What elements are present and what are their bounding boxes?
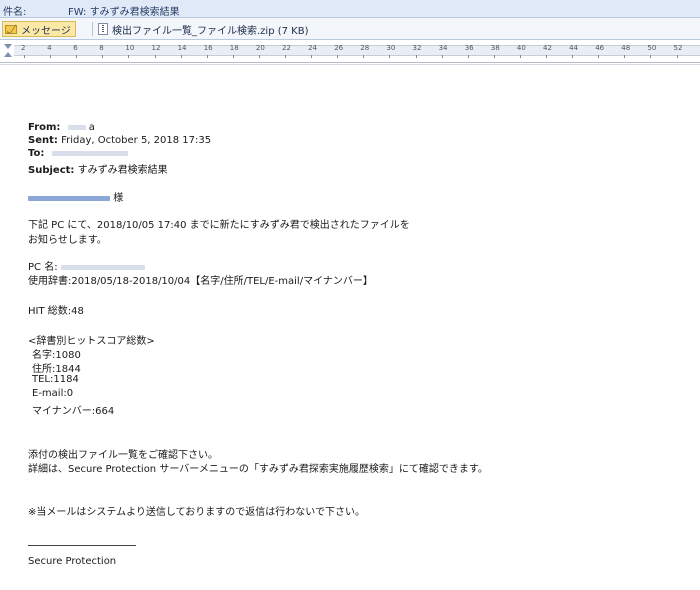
body-line-2: お知らせします。 [28, 235, 107, 246]
score-address: 住所:1844 [32, 364, 81, 375]
from-key: From: [28, 122, 61, 133]
ruler-tick-mark [128, 55, 130, 58]
ruler-tick-mark [232, 55, 234, 58]
envelope-icon [5, 24, 17, 34]
ruler-tick-label: 16 [203, 44, 213, 52]
score-mynumber: マイナンバー:664 [32, 406, 115, 417]
ruler-tick-label: 30 [386, 44, 396, 52]
dictionary-line: 使用辞書:2018/05/18-2018/10/04【名字/住所/TEL/E-m… [28, 276, 373, 287]
ruler-tick-mark [389, 55, 391, 58]
ruler-tick-label: 40 [516, 44, 526, 52]
body-line-1: 下記 PC にて、2018/10/05 17:40 までに新たにすみずみ君で検出… [28, 220, 410, 231]
ruler-tick-mark [519, 55, 521, 58]
redacted-block [60, 264, 145, 270]
indent-marker-icon[interactable] [4, 44, 12, 58]
ruler-tick-label: 2 [21, 44, 26, 52]
to-key: To: [28, 148, 45, 159]
ruler-tick-mark [546, 55, 547, 58]
subject-line: Subject: すみずみ君検索結果 [28, 161, 168, 176]
to-line: To: [28, 148, 128, 159]
redacted-block [67, 124, 86, 130]
sent-key: Sent: [28, 135, 58, 146]
ruler-tick-mark [180, 55, 182, 58]
ruler-tick-label: 44 [569, 44, 579, 52]
ruler-tick-label: 4 [47, 44, 52, 52]
ruler-tick-label: 20 [255, 44, 265, 52]
confirm-line: 添付の検出ファイル一覧をご確認下さい。 [28, 450, 218, 461]
ruler-tick-mark [76, 55, 78, 58]
ruler-tick-label: 26 [334, 44, 344, 52]
ruler-tick-label: 24 [308, 44, 318, 52]
ruler: 2 4 6 8 10 12 14 16 18 20 22 24 26 28 30 32 34 36 38 40 42 44… [0, 41, 700, 63]
ruler-tick-mark [24, 55, 25, 58]
ruler-tick-label: 38 [490, 44, 500, 52]
score-name: 名字:1080 [32, 350, 81, 361]
from-line: From: a [28, 122, 95, 133]
ruler-tick-mark [311, 55, 313, 58]
signature-divider [28, 545, 136, 546]
ruler-tick-label: 50 [647, 44, 657, 52]
tab-attachment-label: 検出ファイル一覧_ファイル検索.zip (7 KB) [112, 25, 309, 37]
ruler-tick-label: 18 [229, 44, 239, 52]
subject-text: すみずみ君検索結果 [77, 165, 168, 176]
message-body: From: a Sent: Friday, October 5, 2018 17… [0, 64, 700, 590]
ruler-tick-mark [285, 55, 286, 58]
ruler-tick-mark [363, 55, 365, 58]
notice-line: ※当メールはシステムより送信しておりますので返信は行わないで下さい。 [28, 507, 365, 518]
recipient-line: 様 [28, 189, 123, 204]
ruler-tick-mark [624, 55, 626, 58]
ruler-tick-label: 52 [673, 44, 683, 52]
ruler-tick-mark [415, 55, 417, 58]
hit-total-line: HIT 総数:48 [28, 306, 84, 317]
ruler-tick-label: 46 [595, 44, 605, 52]
ruler-tick-mark [154, 55, 156, 58]
ruler-tick-label: 36 [464, 44, 474, 52]
ruler-tick-label: 8 [99, 44, 104, 52]
from-value: a [88, 122, 95, 133]
subject-label: 件名: [3, 7, 27, 18]
pc-name-line: PC 名: [28, 258, 145, 273]
score-tel: TEL:1184 [32, 374, 79, 385]
ruler-tick-mark [650, 55, 652, 58]
tab-message-label: メッセージ [21, 25, 71, 37]
score-header: <辞書別ヒットスコア総数> [28, 336, 155, 347]
tab-separator [92, 22, 93, 36]
subject-bar: 件名: FW: すみずみ君検索結果 [0, 0, 700, 18]
ruler-tick-label: 42 [543, 44, 552, 52]
detail-line: 詳細は、Secure Protection サーバーメニューの「すみずみ君探索実… [28, 464, 488, 475]
ruler-tick-label: 6 [73, 44, 78, 52]
recipient-link[interactable] [28, 195, 110, 201]
subject-key: Subject: [28, 165, 75, 176]
ruler-tick-mark [50, 55, 52, 58]
ruler-tick-mark [572, 55, 574, 58]
ruler-tick-label: 34 [438, 44, 448, 52]
ruler-tick-mark [493, 55, 495, 58]
tab-message[interactable]: メッセージ [2, 21, 76, 37]
ruler-tick-mark [102, 55, 104, 58]
redacted-block [51, 150, 128, 156]
zip-file-icon [98, 23, 108, 35]
ruler-tick-mark [598, 55, 600, 58]
ruler-tick-label: 14 [177, 44, 187, 52]
recipient-suffix: 様 [113, 193, 124, 204]
score-email: E-mail:0 [32, 388, 74, 399]
ruler-tick-label: 28 [360, 44, 370, 52]
ruler-tick-label: 12 [151, 44, 161, 52]
ruler-tick-mark [206, 55, 208, 58]
ruler-tick-mark [441, 55, 443, 58]
ruler-tick-mark [467, 55, 469, 58]
ruler-tick-mark [676, 55, 678, 58]
sent-line: Sent: Friday, October 5, 2018 17:35 [28, 135, 211, 146]
ruler-tick-label: 10 [125, 44, 135, 52]
ruler-tick-label: 32 [412, 44, 422, 52]
attachment-tabs: メッセージ 検出ファイル一覧_ファイル検索.zip (7 KB) [0, 18, 700, 40]
tab-attachment[interactable]: 検出ファイル一覧_ファイル検索.zip (7 KB) [96, 21, 313, 37]
ruler-tick-label: 22 [282, 44, 291, 52]
ruler-tick-mark [337, 55, 339, 58]
signature: Secure Protection [28, 556, 117, 567]
ruler-tick-mark [258, 55, 260, 58]
ruler-tick-label: 48 [621, 44, 631, 52]
sent-value: Friday, October 5, 2018 17:35 [61, 135, 212, 146]
subject-value: FW: すみずみ君検索結果 [68, 7, 180, 18]
